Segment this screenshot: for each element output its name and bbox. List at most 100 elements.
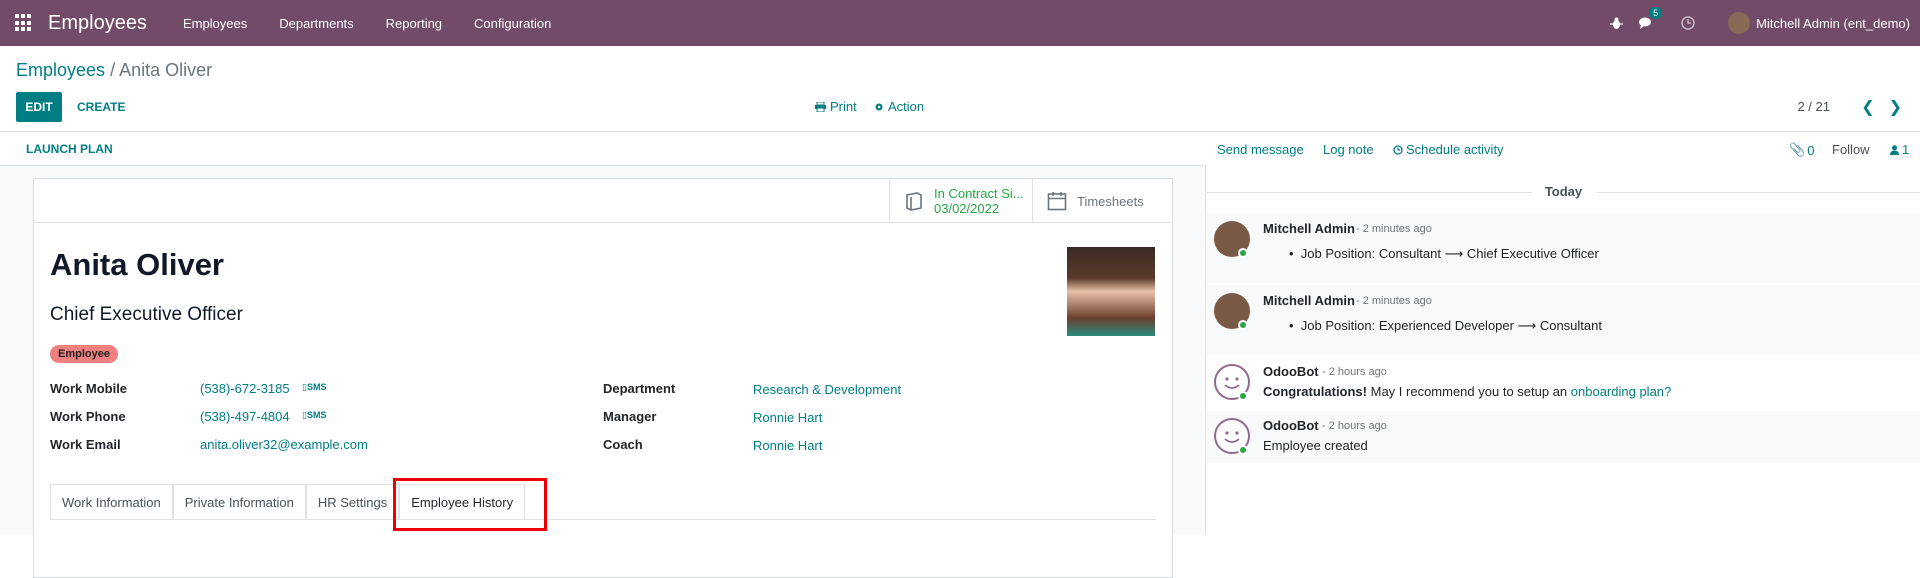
user-name: Mitchell Admin (ent_demo) (1756, 15, 1910, 31)
employee-name[interactable]: Anita Oliver (50, 247, 224, 283)
department-value[interactable]: Research & Development (753, 382, 901, 397)
contract-smart-button[interactable]: In Contract Si... 03/02/2022 (889, 179, 1032, 223)
pager-arrows: ❮ ❯ (1861, 97, 1902, 117)
create-button[interactable]: CREATE (77, 92, 125, 122)
chatter-message: OdooBot - 2 hours ago Employee created (1207, 411, 1920, 463)
online-status-icon (1238, 248, 1248, 258)
contract-date: 03/02/2022 (934, 201, 1000, 216)
work-email-label: Work Email (50, 437, 121, 452)
user-avatar (1728, 12, 1751, 34)
message-time: - 2 minutes ago (1356, 223, 1432, 235)
message-body: Employee created (1263, 438, 1368, 453)
employee-tag[interactable]: Employee (50, 345, 118, 363)
tab-private-information[interactable]: Private Information (172, 484, 306, 519)
coach-value[interactable]: Ronnie Hart (753, 438, 822, 453)
smart-button-box: In Contract Si... 03/02/2022 Timesheets (34, 179, 1172, 223)
apps-menu-icon[interactable] (15, 14, 33, 32)
chatter-message: Mitchell Admin - 2 minutes ago • Job Pos… (1207, 285, 1920, 355)
message-time: - 2 minutes ago (1356, 295, 1432, 307)
message-body: Congratulations! May I recommend you to … (1263, 384, 1671, 399)
calendar-icon (1047, 192, 1067, 211)
timesheets-smart-button[interactable]: Timesheets (1032, 179, 1172, 223)
message-emphasis: Congratulations! (1263, 384, 1367, 399)
menu-departments[interactable]: Departments (263, 16, 369, 31)
bug-icon[interactable] (1608, 15, 1624, 31)
menu-reporting[interactable]: Reporting (370, 16, 458, 31)
schedule-activity-label: Schedule activity (1406, 142, 1504, 157)
follow-button[interactable]: Follow (1832, 142, 1870, 157)
top-navbar: Employees Employees Departments Reportin… (0, 0, 1920, 46)
attachments-button[interactable]: 📎 0 (1789, 142, 1814, 158)
online-status-icon (1238, 320, 1248, 330)
send-message-button[interactable]: Send message (1217, 142, 1304, 157)
department-label: Department (603, 381, 676, 396)
employee-photo[interactable] (1067, 247, 1155, 336)
pager-previous-icon[interactable]: ❮ (1861, 97, 1874, 117)
coach-label: Coach (603, 437, 643, 452)
today-divider-right (1597, 192, 1920, 193)
menu-configuration[interactable]: Configuration (458, 16, 567, 31)
form-view: LAUNCH PLAN In Contract Si... 03/02/2022… (0, 133, 1206, 578)
print-icon (815, 101, 826, 112)
form-statusbar: LAUNCH PLAN (0, 133, 1206, 166)
attachments-count: 0 (1807, 142, 1815, 158)
work-mobile-value[interactable]: (538)-672-3185 (200, 381, 290, 396)
work-phone-value[interactable]: (538)-497-4804 (200, 409, 290, 424)
message-time: - 2 hours ago (1322, 420, 1387, 432)
chat-count-badge: 5 (1649, 7, 1663, 19)
tab-underline (50, 519, 1156, 520)
chatter-message: OdooBot - 2 hours ago Congratulations! M… (1207, 357, 1920, 409)
pager-value[interactable]: 2 / 21 (1797, 99, 1830, 114)
print-label: Print (830, 99, 857, 114)
main-menu: Employees Departments Reporting Configur… (167, 16, 567, 31)
highlight-box (393, 478, 547, 531)
timesheets-label: Timesheets (1077, 193, 1144, 209)
tracking-value: Job Position: Consultant ⟶ Chief Executi… (1300, 246, 1599, 261)
onboarding-plan-link[interactable]: onboarding plan? (1571, 384, 1671, 399)
edit-button[interactable]: EDIT (16, 92, 62, 122)
work-phone-sms-button[interactable]: ▯SMS (302, 410, 326, 421)
message-author[interactable]: OdooBot (1263, 364, 1319, 379)
pager-next-icon[interactable]: ❯ (1889, 97, 1902, 117)
message-author[interactable]: Mitchell Admin (1263, 221, 1355, 236)
form-sheet: In Contract Si... 03/02/2022 Timesheets … (33, 178, 1173, 578)
chatter: Send message Log note Schedule activity … (1207, 133, 1920, 534)
action-dropdown[interactable]: Action (874, 99, 924, 114)
work-phone-label: Work Phone (50, 409, 126, 424)
control-panel: Employees / Anita Oliver EDIT CREATE Pri… (0, 46, 1920, 132)
tab-hr-settings[interactable]: HR Settings (305, 484, 400, 519)
work-mobile-label: Work Mobile (50, 381, 128, 396)
message-time: - 2 hours ago (1322, 366, 1387, 378)
app-brand[interactable]: Employees (48, 12, 147, 35)
user-menu[interactable]: Mitchell Admin (ent_demo) (1728, 12, 1910, 34)
message-author[interactable]: Mitchell Admin (1263, 293, 1355, 308)
user-icon (1890, 144, 1899, 155)
clock-icon (1393, 144, 1403, 155)
tracking-value: Job Position: Experienced Developer ⟶ Co… (1300, 318, 1602, 333)
work-email-value[interactable]: anita.oliver32@example.com (200, 437, 368, 452)
chat-icon[interactable]: 5 (1638, 7, 1663, 31)
breadcrumb-employees[interactable]: Employees (16, 60, 105, 80)
followers-button[interactable]: 1 (1890, 142, 1909, 157)
menu-employees[interactable]: Employees (167, 16, 263, 31)
action-label: Action (888, 99, 925, 114)
manager-value[interactable]: Ronnie Hart (753, 410, 822, 425)
message-author[interactable]: OdooBot (1263, 418, 1319, 433)
gear-icon (875, 103, 883, 110)
print-dropdown[interactable]: Print (815, 99, 857, 114)
sms-label: SMS (306, 382, 327, 392)
work-mobile-sms-button[interactable]: ▯SMS (302, 382, 326, 393)
employee-job-title[interactable]: Chief Executive Officer (50, 304, 243, 326)
message-text: May I recommend you to setup an (1367, 384, 1571, 399)
systray: 5 Mitchell Admin (ent_demo) (1608, 0, 1910, 46)
activity-clock-icon[interactable] (1680, 15, 1696, 31)
sms-label: SMS (306, 410, 327, 420)
log-note-button[interactable]: Log note (1323, 142, 1374, 157)
schedule-activity-button[interactable]: Schedule activity (1393, 142, 1504, 157)
followers-count: 1 (1902, 142, 1910, 157)
tab-work-information[interactable]: Work Information (50, 484, 173, 519)
launch-plan-button[interactable]: LAUNCH PLAN (26, 142, 113, 156)
book-icon (906, 192, 922, 211)
contract-status: In Contract Si... (934, 186, 1024, 201)
chatter-message: Mitchell Admin - 2 minutes ago • Job Pos… (1207, 213, 1920, 283)
